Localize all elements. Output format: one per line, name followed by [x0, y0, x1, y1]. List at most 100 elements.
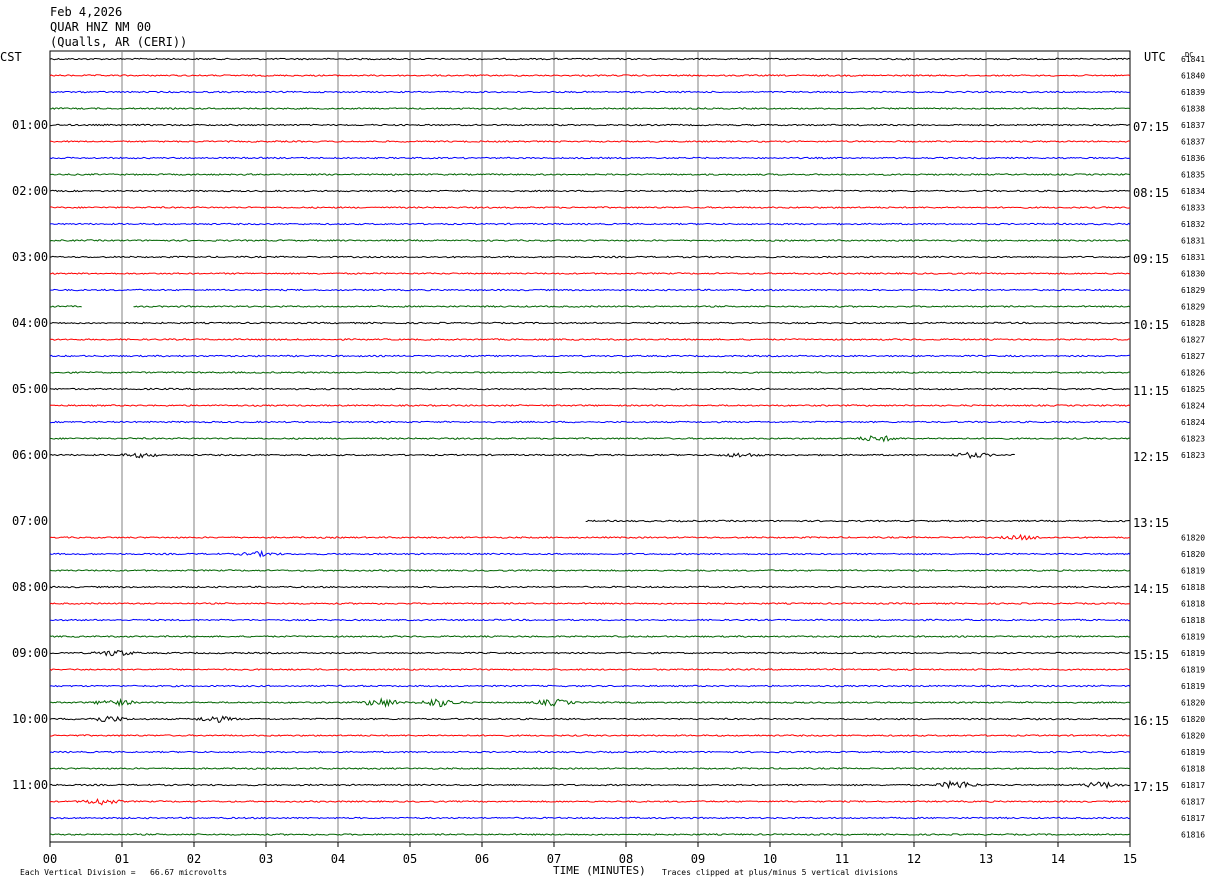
trace-line-30 [49, 549, 1131, 558]
dc-value-label: 61837 [1181, 121, 1205, 130]
trace-line-37 [49, 668, 1131, 671]
trace-line-35 [49, 635, 1131, 638]
right-timezone-label: UTC [1144, 50, 1166, 64]
dc-value-label: 61820 [1181, 534, 1205, 543]
dc-offset-labels: 61841 61840 61839 61838 61837 61837 61836 61835… [1181, 55, 1205, 840]
right-time-label: 14:15 [1133, 582, 1169, 596]
trace-line-6 [49, 156, 1131, 160]
dc-value-label: 61823 [1181, 451, 1205, 460]
dc-value-label: 61817 [1181, 814, 1205, 823]
dc-value-label: 61834 [1181, 187, 1205, 196]
trace-line-0 [49, 57, 1131, 61]
trace-line-20 [49, 387, 1131, 391]
trace-line-18 [49, 354, 1131, 358]
trace-line-3 [50, 107, 1131, 110]
x-tick-label: 14 [1051, 852, 1065, 866]
left-time-label: 04:00 [12, 316, 48, 330]
right-time-label: 15:15 [1133, 648, 1169, 662]
x-tick-label: 04 [331, 852, 345, 866]
trace-line-43 [49, 767, 1131, 770]
x-tick-label: 11 [835, 852, 849, 866]
trace-line-16 [49, 321, 1130, 325]
x-tick-label: 02 [187, 852, 201, 866]
dc-value-label: 61840 [1181, 72, 1205, 81]
x-tick-label: 05 [403, 852, 417, 866]
trace-line-39 [49, 697, 1131, 708]
dc-value-label: 61841 [1181, 55, 1205, 64]
trace-line-10 [49, 222, 1131, 226]
left-time-label: 03:00 [12, 250, 48, 264]
dc-value-label: 61820 [1181, 699, 1205, 708]
helicorder-plot: Feb 4,2026 QUAR HNZ NM 00 (Qualls, AR (C… [0, 5, 1205, 877]
x-tick-label: 10 [763, 852, 777, 866]
station-location: (Qualls, AR (CERI)) [50, 35, 187, 49]
trace-line-11 [49, 239, 1131, 242]
left-timezone-label: CST [0, 50, 22, 64]
x-tick-label: 00 [43, 852, 57, 866]
dc-value-label: 61827 [1181, 352, 1205, 361]
x-tick-label: 15 [1123, 852, 1137, 866]
x-tick-label: 12 [907, 852, 921, 866]
trace-line-23 [49, 435, 1131, 443]
trace-line-1 [49, 74, 1131, 77]
dc-value-label: 61829 [1181, 286, 1205, 295]
dc-value-label: 61833 [1181, 204, 1205, 213]
dc-value-label: 61818 [1181, 583, 1205, 592]
dc-value-label: 61820 [1181, 732, 1205, 741]
clip-note: Traces clipped at plus/minus 5 vertical … [662, 868, 898, 877]
trace-line-40 [49, 715, 1131, 723]
plot-frame [49, 50, 1131, 843]
left-time-label: 08:00 [12, 580, 48, 594]
dc-value-label: 61820 [1181, 715, 1205, 724]
right-time-label: 08:15 [1133, 186, 1169, 200]
dc-value-label: 61819 [1181, 748, 1205, 757]
left-time-label: 06:00 [12, 448, 48, 462]
dc-value-label: 61819 [1181, 567, 1205, 576]
dc-value-label: 61830 [1181, 270, 1205, 279]
trace-line-46 [49, 816, 1131, 820]
right-time-label: 13:15 [1133, 516, 1169, 530]
dc-value-label: 61817 [1181, 781, 1205, 790]
x-tick-label: 09 [691, 852, 705, 866]
trace-line-17 [49, 338, 1130, 341]
dc-value-label: 61817 [1181, 798, 1205, 807]
trace-line-7 [49, 173, 1131, 176]
x-tick-label: 01 [115, 852, 129, 866]
trace-line-24 [49, 451, 1015, 460]
dc-value-label: 61829 [1181, 303, 1205, 312]
x-axis-title: TIME (MINUTES) [553, 864, 646, 877]
trace-line-42 [49, 750, 1131, 754]
scale-note: Each Vertical Division = 66.67 microvolt… [20, 868, 227, 877]
trace-line-21 [49, 404, 1131, 407]
trace-line-47 [49, 833, 1131, 836]
dc-value-label: 61820 [1181, 550, 1205, 559]
trace-line-38 [49, 684, 1131, 688]
dc-value-label: 61832 [1181, 220, 1205, 229]
dc-value-label: 61824 [1181, 402, 1205, 411]
dc-value-label: 61828 [1181, 319, 1205, 328]
trace-line-5 [49, 140, 1131, 143]
left-time-label: 05:00 [12, 382, 48, 396]
record-date: Feb 4,2026 [50, 5, 122, 19]
dc-value-label: 61823 [1181, 435, 1205, 444]
trace-line-32 [49, 585, 1131, 589]
trace-line-31 [49, 569, 1131, 572]
left-time-label: 10:00 [12, 712, 48, 726]
right-time-label: 16:15 [1133, 714, 1169, 728]
trace-line-12 [49, 255, 1130, 259]
trace-line-44 [49, 779, 1131, 790]
dc-value-label: 61818 [1181, 765, 1205, 774]
right-time-label: 07:15 [1133, 120, 1169, 134]
minute-grid [121, 51, 1059, 842]
dc-value-label: 61835 [1181, 171, 1205, 180]
trace-line-14 [49, 288, 1131, 292]
left-time-label: 11:00 [12, 778, 48, 792]
station-code: QUAR HNZ NM 00 [50, 20, 151, 34]
right-time-label: 11:15 [1133, 384, 1169, 398]
trace-line-22 [50, 420, 1131, 424]
left-time-label: 01:00 [12, 118, 48, 132]
x-tick-label: 03 [259, 852, 273, 866]
dc-value-label: 61819 [1181, 682, 1205, 691]
dc-value-label: 61819 [1181, 633, 1205, 642]
dc-value-label: 61837 [1181, 138, 1205, 147]
